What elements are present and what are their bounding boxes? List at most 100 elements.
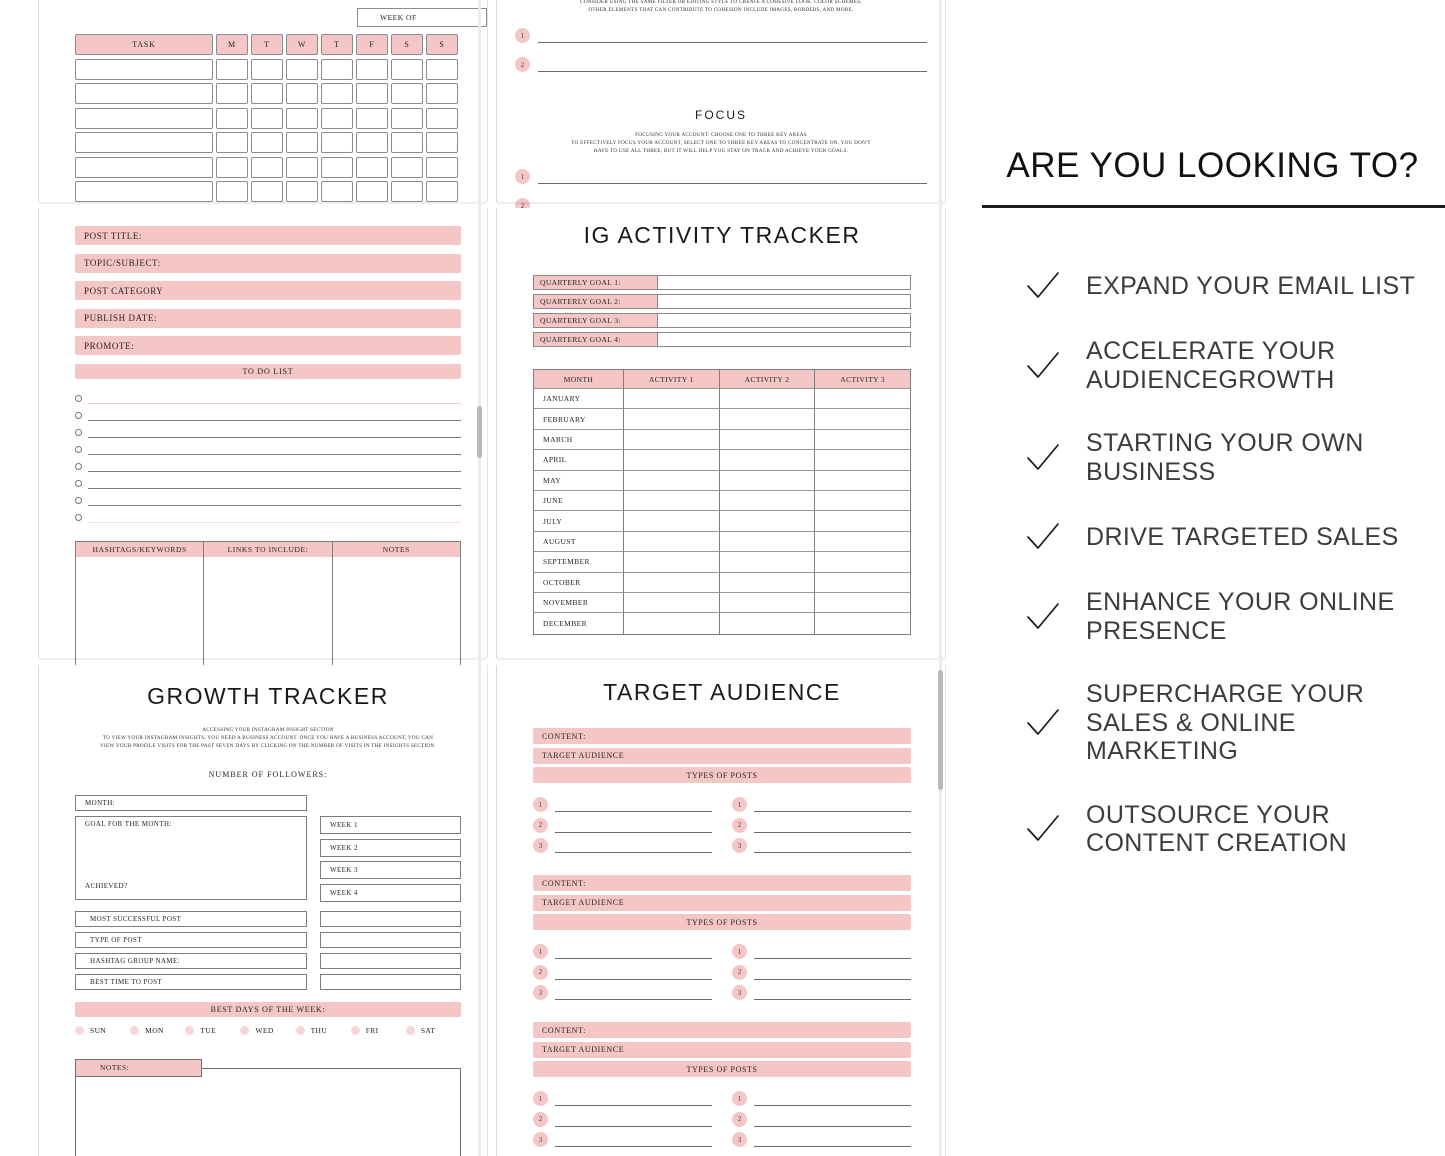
notes-box[interactable] bbox=[75, 1067, 461, 1156]
cell-activity-3[interactable] bbox=[815, 471, 911, 491]
cell-day[interactable] bbox=[251, 58, 283, 80]
cell-day[interactable] bbox=[251, 181, 283, 202]
post-type-entry[interactable]: 2 bbox=[533, 964, 712, 980]
cell-day[interactable] bbox=[251, 83, 283, 104]
week-field-1[interactable]: WEEK 1 bbox=[320, 816, 461, 835]
post-field-4[interactable]: PUBLISH DATE: bbox=[75, 308, 461, 328]
cell-activity-1[interactable] bbox=[624, 409, 720, 430]
checkbox-circle-icon[interactable] bbox=[75, 446, 82, 453]
cell-day[interactable] bbox=[356, 156, 388, 178]
write-in-line[interactable] bbox=[555, 969, 712, 980]
write-in-line[interactable] bbox=[538, 61, 927, 73]
write-in-line[interactable] bbox=[88, 443, 461, 455]
audience-label-1[interactable]: CONTENT: bbox=[533, 728, 911, 744]
write-in-line[interactable] bbox=[754, 1136, 911, 1147]
cell-activity-3[interactable] bbox=[815, 491, 911, 512]
cell-day[interactable] bbox=[216, 156, 248, 178]
write-in-line[interactable] bbox=[754, 1095, 911, 1106]
audience-label-2[interactable]: TARGET AUDIENCE bbox=[533, 1041, 911, 1058]
cell-day[interactable] bbox=[321, 83, 353, 104]
cohesion-entry-2[interactable]: 2 bbox=[515, 57, 927, 73]
cell-day[interactable] bbox=[286, 58, 318, 80]
cell-activity-3[interactable] bbox=[815, 409, 911, 430]
quarterly-goal-input[interactable] bbox=[658, 276, 910, 289]
cell-activity-3[interactable] bbox=[815, 552, 911, 573]
post-type-entry[interactable]: 1 bbox=[533, 944, 712, 959]
audience-label-1[interactable]: CONTENT: bbox=[533, 1022, 911, 1038]
cell-activity-1[interactable] bbox=[624, 470, 720, 491]
cell-activity-1[interactable] bbox=[624, 552, 720, 573]
quarterly-goal-input[interactable] bbox=[658, 295, 910, 308]
checkbox-circle-icon[interactable] bbox=[75, 395, 82, 402]
cell-task[interactable] bbox=[75, 132, 213, 153]
audience-label-2[interactable]: TARGET AUDIENCE bbox=[533, 747, 911, 764]
cell-day[interactable] bbox=[356, 107, 388, 129]
cell-activity-1[interactable] bbox=[624, 572, 720, 593]
cell-task[interactable] bbox=[75, 156, 213, 178]
cell-day[interactable] bbox=[216, 58, 248, 80]
focus-entry-1[interactable]: 1 bbox=[515, 169, 927, 185]
cell-activity-2[interactable] bbox=[719, 531, 816, 553]
day-option-wed[interactable]: WED bbox=[240, 1025, 295, 1035]
write-in-line[interactable] bbox=[555, 1116, 712, 1127]
write-in-line[interactable] bbox=[538, 32, 927, 44]
checkbox-circle-icon[interactable] bbox=[75, 463, 82, 470]
checkbox-circle-icon[interactable] bbox=[75, 412, 82, 419]
post-field-2[interactable]: TOPIC/SUBJECT: bbox=[75, 253, 461, 273]
write-in-line[interactable] bbox=[754, 989, 911, 1000]
quarterly-goal-input[interactable] bbox=[658, 333, 910, 346]
day-option-mon[interactable]: MON bbox=[130, 1025, 185, 1035]
cell-task[interactable] bbox=[75, 58, 213, 80]
write-in-line[interactable] bbox=[754, 801, 911, 812]
day-dot-icon[interactable] bbox=[185, 1025, 195, 1035]
day-option-sat[interactable]: SAT bbox=[405, 1025, 461, 1035]
day-dot-icon[interactable] bbox=[75, 1025, 84, 1035]
cell-day[interactable] bbox=[356, 58, 388, 80]
to-do-item[interactable] bbox=[75, 438, 461, 455]
cell-activity-3[interactable] bbox=[815, 593, 911, 614]
scroll-track-right[interactable] bbox=[939, 0, 942, 1156]
write-in-line[interactable] bbox=[555, 822, 712, 833]
week-field-3[interactable]: WEEK 3 bbox=[320, 861, 461, 880]
day-dot-icon[interactable] bbox=[130, 1025, 140, 1035]
write-in-line[interactable] bbox=[555, 842, 712, 853]
post-type-entry[interactable]: 2 bbox=[533, 1111, 712, 1127]
write-in-line[interactable] bbox=[88, 477, 461, 489]
cell-activity-2[interactable] bbox=[719, 389, 816, 410]
week-field-2[interactable]: WEEK 2 bbox=[320, 838, 461, 857]
day-dot-icon[interactable] bbox=[350, 1025, 360, 1035]
post-type-entry[interactable]: 1 bbox=[732, 944, 911, 959]
cell-day[interactable] bbox=[321, 156, 353, 178]
cell-links[interactable] bbox=[204, 557, 333, 673]
cell-activity-3[interactable] bbox=[815, 389, 911, 410]
write-in-line[interactable] bbox=[88, 511, 461, 523]
checkbox-circle-icon[interactable] bbox=[75, 480, 82, 487]
row-input[interactable] bbox=[320, 973, 461, 990]
write-in-line[interactable] bbox=[754, 969, 911, 980]
day-dot-icon[interactable] bbox=[295, 1025, 305, 1035]
post-type-entry[interactable]: 1 bbox=[732, 797, 911, 812]
cell-activity-2[interactable] bbox=[719, 409, 816, 430]
write-in-line[interactable] bbox=[538, 173, 927, 185]
write-in-line[interactable] bbox=[88, 409, 461, 421]
cell-activity-2[interactable] bbox=[719, 490, 816, 512]
cell-activity-3[interactable] bbox=[815, 532, 911, 553]
write-in-line[interactable] bbox=[555, 1136, 712, 1147]
post-type-entry[interactable]: 2 bbox=[732, 1111, 911, 1127]
write-in-line[interactable] bbox=[88, 460, 461, 472]
post-type-entry[interactable]: 1 bbox=[533, 797, 712, 812]
post-type-entry[interactable]: 3 bbox=[732, 838, 911, 853]
goal-for-the-month-field[interactable]: GOAL FOR THE MONTH: ACHIEVED? bbox=[75, 816, 307, 901]
cell-day[interactable] bbox=[216, 83, 248, 104]
checkbox-circle-icon[interactable] bbox=[75, 429, 82, 436]
cell-day[interactable] bbox=[391, 156, 423, 178]
cell-hashtags[interactable] bbox=[76, 557, 205, 673]
post-type-entry[interactable]: 3 bbox=[533, 838, 712, 853]
row-input[interactable] bbox=[320, 910, 461, 927]
audience-label-1[interactable]: CONTENT: bbox=[533, 875, 911, 891]
cell-day[interactable] bbox=[391, 132, 423, 153]
cell-day[interactable] bbox=[426, 83, 458, 104]
cell-activity-1[interactable] bbox=[624, 531, 720, 553]
post-type-entry[interactable]: 1 bbox=[533, 1091, 712, 1106]
write-in-line[interactable] bbox=[555, 801, 712, 812]
